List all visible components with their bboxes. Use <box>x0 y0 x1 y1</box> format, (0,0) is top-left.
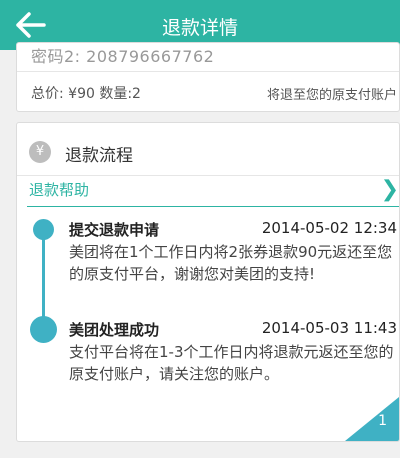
refund-destination: 将退至您的原支付账户 <box>266 88 397 103</box>
order-summary-card: 密码2: 208796667762 总价: ¥90 数量:2 将退至您的原支付账… <box>16 42 400 112</box>
step-title: 提交退款申请 <box>69 221 160 239</box>
total-price-quantity: 总价: ¥90 数量:2 <box>31 86 141 102</box>
step-description: 支付平台将在1-3个工作日内将退款元返还至您的原支付账户，请关注您的账户。 <box>69 343 394 383</box>
timeline-step: 提交退款申请 2014-05-02 12:34 美团将在1个工作日内将2张券退款… <box>69 219 397 285</box>
step-title: 美团处理成功 <box>69 321 160 339</box>
step-description: 美团将在1个工作日内将2张券退款90元返还至您的原支付平台，谢谢您对美团的支持! <box>69 243 393 283</box>
section-title: 退款流程 <box>65 146 133 166</box>
refund-flow-card: ¥ 退款流程 退款帮助 ❯ 提交退款申请 2014-05-02 12:34 美团… <box>16 122 400 442</box>
chevron-right-icon[interactable]: ❯ <box>381 179 399 201</box>
page-title: 退款详情 <box>161 17 238 39</box>
timeline-dot-current <box>30 316 57 343</box>
divider <box>17 175 399 176</box>
corner-number: 1 <box>378 413 387 429</box>
timeline-dot <box>33 219 54 240</box>
timeline-step: 美团处理成功 2014-05-03 11:43 支付平台将在1-3个工作日内将退… <box>69 319 397 385</box>
corner-triangle-icon <box>345 397 399 441</box>
divider <box>27 206 399 207</box>
divider <box>17 71 399 72</box>
corner-page-badge: 1 <box>345 397 399 441</box>
step-time: 2014-05-02 12:34 <box>261 219 397 237</box>
coupon-code: 密码2: 208796667762 <box>31 47 215 66</box>
timeline-line <box>42 227 45 327</box>
yen-icon: ¥ <box>29 141 51 163</box>
step-time: 2014-05-03 11:43 <box>261 319 397 337</box>
refund-help-link[interactable]: 退款帮助 <box>29 179 89 200</box>
